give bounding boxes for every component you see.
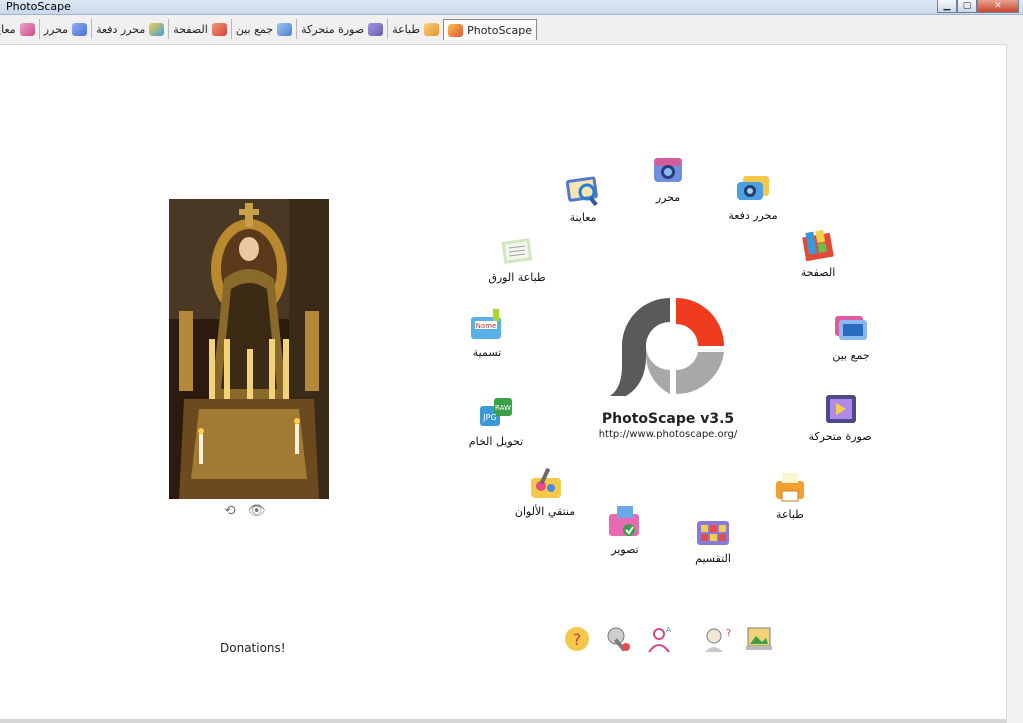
raw-converter-icon: JPG RAW — [480, 398, 512, 426]
color-picker-icon — [531, 467, 561, 498]
batch-editor-tab-icon — [149, 22, 165, 36]
tab-label: صورة متحركة — [301, 22, 365, 36]
language-icon[interactable]: A — [644, 624, 674, 654]
svg-text:?: ? — [573, 630, 582, 649]
tab-print[interactable]: طباعة — [387, 19, 443, 39]
title-bar: PhotoScape ▁ ▢ ✕ — [0, 0, 1023, 15]
photo-preview[interactable] — [169, 199, 329, 499]
editor-tab-icon — [72, 22, 88, 36]
svg-text:JPG: JPG — [482, 413, 496, 422]
launcher-batch-editor[interactable]: محرر دفعة — [698, 170, 808, 222]
launcher-animated-gif[interactable]: صورة متحركة — [785, 391, 895, 443]
svg-text:RAW: RAW — [495, 404, 511, 412]
launcher-combine[interactable]: جمع بين — [796, 310, 906, 362]
paper-print-label: طباعة الورق — [488, 271, 546, 284]
combine-icon — [835, 316, 867, 340]
tab-viewer[interactable]: معاينة — [0, 19, 39, 39]
viewer-icon — [565, 176, 598, 207]
print-tab-icon — [424, 22, 440, 36]
tab-label: جمع بين — [235, 22, 274, 36]
launcher-rename[interactable]: Name تسمية — [432, 307, 542, 359]
color-picker-label: منتقي الألوان — [514, 505, 576, 518]
app-website-link[interactable]: http://www.photoscape.org/ — [560, 429, 776, 440]
page-icon — [802, 229, 834, 262]
window-title: PhotoScape — [6, 0, 71, 13]
photoscape-tab-icon — [448, 23, 464, 37]
svg-text:Name: Name — [476, 322, 497, 330]
svg-text:?: ? — [726, 628, 731, 639]
print-icon — [776, 473, 804, 502]
tab-page[interactable]: الصفحة — [168, 19, 231, 39]
launcher-paper-print[interactable]: طباعة الورق — [462, 232, 572, 284]
viewer-tab-icon — [19, 22, 35, 36]
tab-label: PhotoScape — [467, 23, 532, 37]
launcher-raw-converter[interactable]: JPG RAW تحويل الخام — [441, 396, 551, 448]
statue-photo — [169, 199, 329, 499]
slideshow-eye-icon[interactable]: 👁 — [248, 503, 266, 519]
svg-text:A: A — [666, 626, 671, 634]
tab-label: طباعة — [392, 22, 421, 36]
tab-photoscape[interactable]: PhotoScape — [443, 19, 537, 40]
animated-gif-tab-icon — [368, 22, 384, 36]
window-controls: ▁ ▢ ✕ — [937, 0, 1019, 13]
app-version-title: PhotoScape v3.5 — [601, 411, 735, 427]
screen-capture-label: تصوير — [611, 543, 639, 556]
window-bottom-border — [0, 719, 1006, 723]
tab-label: محرر دفعة — [96, 22, 146, 36]
splitter-icon — [697, 521, 729, 545]
minimize-button[interactable]: ▁ — [937, 0, 957, 13]
tab-list: PhotoScape طباعة صورة متحركة جمع بين الص… — [0, 19, 537, 40]
close-button[interactable]: ✕ — [977, 0, 1019, 13]
page-tab-icon — [211, 22, 227, 36]
tab-animated-gif[interactable]: صورة متحركة — [296, 19, 387, 39]
tab-bar: PhotoScape طباعة صورة متحركة جمع بين الص… — [0, 15, 1023, 45]
photoscape-logo-icon — [610, 297, 724, 396]
tab-label: الصفحة — [173, 22, 208, 36]
batch-editor-label: محرر دفعة — [728, 209, 778, 222]
settings-icon[interactable] — [604, 624, 634, 654]
page-label: الصفحة — [800, 266, 836, 279]
utility-icons: ? A ? — [562, 624, 782, 656]
batch-editor-icon — [737, 176, 769, 200]
tab-editor[interactable]: محرر — [38, 19, 91, 39]
combine-label: جمع بين — [832, 349, 870, 362]
tab-label: معاينة — [0, 22, 16, 36]
maximize-button[interactable]: ▢ — [957, 0, 977, 13]
viewer-label: معاينة — [569, 211, 597, 224]
tab-label: محرر — [43, 22, 69, 36]
launcher-color-picker[interactable]: منتقي الألوان — [490, 466, 600, 518]
combine-tab-icon — [277, 22, 293, 36]
tab-combine[interactable]: جمع بين — [230, 19, 296, 39]
animated-gif-label: صورة متحركة — [808, 430, 872, 443]
rename-label: تسمية — [472, 346, 502, 359]
faq-icon[interactable]: ? — [702, 624, 732, 654]
paper-print-icon — [501, 238, 533, 264]
vertical-scrollbar[interactable] — [1006, 44, 1023, 723]
photo-tools: ⟲ 👁 — [224, 503, 266, 519]
help-icon[interactable]: ? — [562, 624, 592, 654]
donations-link[interactable]: Donations! — [220, 641, 286, 655]
editor-icon — [654, 158, 682, 182]
launcher-page[interactable]: الصفحة — [763, 227, 873, 279]
rename-icon: Name — [471, 309, 501, 339]
refresh-icon[interactable]: ⟲ — [224, 503, 236, 519]
screen-capture-icon — [609, 506, 639, 536]
tab-batch-editor[interactable]: محرر دفعة — [91, 19, 168, 39]
animated-gif-icon — [826, 395, 856, 423]
wallpaper-icon[interactable] — [744, 624, 774, 654]
raw-converter-label: تحويل الخام — [468, 435, 524, 448]
